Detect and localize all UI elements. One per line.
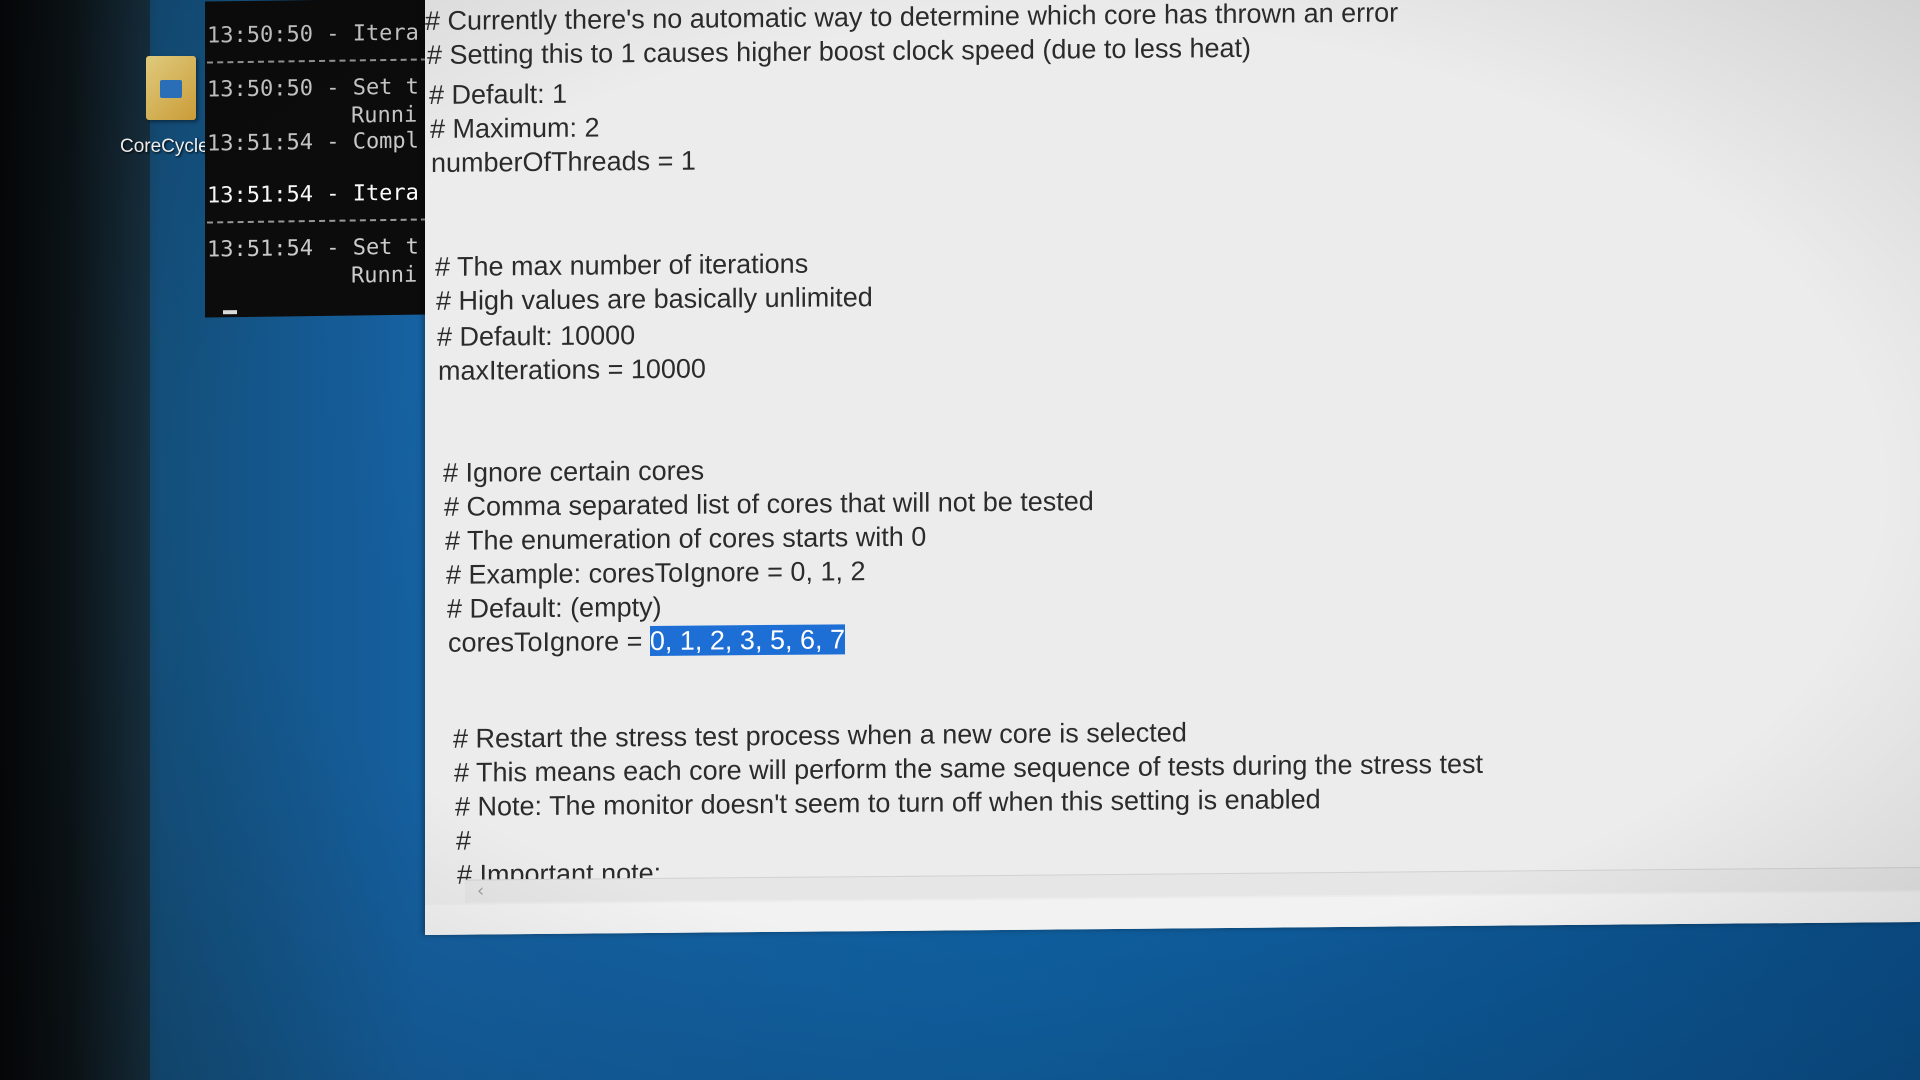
- console-line: 13:51:54 - Set t: [207, 234, 419, 263]
- scroll-left-arrow-icon[interactable]: ‹: [477, 880, 484, 901]
- editor-line: # Default: (empty): [447, 591, 662, 624]
- editor-line: # Ignore certain cores: [443, 455, 705, 488]
- console-line: 13:51:54 - Compl: [207, 128, 419, 157]
- editor-line: # Example: coresToIgnore = 0, 1, 2: [446, 556, 866, 590]
- console-line: 13:50:50 - Set t: [207, 74, 419, 103]
- editor-line: # Setting this to 1 causes higher boost …: [427, 32, 1251, 70]
- editor-line: #: [456, 825, 472, 856]
- text-editor-window[interactable]: # Currently there's no automatic way to …: [425, 0, 1920, 936]
- console-line: 13:50:50 - Itera: [207, 20, 419, 49]
- editor-line: # This means each core will perform the …: [454, 748, 1483, 788]
- editor-line: # Default: 10000: [437, 320, 636, 352]
- console-divider: [207, 58, 427, 64]
- editor-line: # Currently there's no automatic way to …: [425, 0, 1399, 36]
- editor-line-cores-to-ignore: coresToIgnore = 0, 1, 2, 3, 5, 6, 7: [448, 624, 846, 658]
- editor-line: # Default: 1: [429, 78, 568, 110]
- console-line: Runni: [351, 262, 418, 289]
- setting-key: coresToIgnore =: [448, 626, 650, 658]
- editor-line: # Note: The monitor doesn't seem to turn…: [455, 784, 1321, 822]
- editor-line: # Comma separated list of cores that wil…: [444, 486, 1094, 522]
- selected-text[interactable]: 0, 1, 2, 3, 5, 6, 7: [649, 624, 846, 657]
- editor-line: numberOfThreads = 1: [431, 145, 696, 178]
- console-divider: [207, 218, 427, 224]
- folder-icon: [146, 56, 196, 120]
- console-line: 13:51:54 - Itera: [207, 180, 419, 209]
- console-cursor: [223, 310, 237, 315]
- editor-line: maxIterations = 10000: [438, 353, 706, 386]
- console-window[interactable]: 13:50:50 - Itera 13:50:50 - Set t Runni …: [205, 0, 427, 318]
- editor-line: # The max number of iterations: [435, 248, 809, 282]
- editor-line: # High values are basically unlimited: [436, 282, 873, 316]
- editor-line: # The enumeration of cores starts with 0: [445, 521, 927, 556]
- console-line: Runni: [351, 102, 418, 129]
- editor-line: # Maximum: 2: [430, 112, 600, 144]
- monitor-bezel: [0, 0, 150, 1080]
- editor-text-area[interactable]: # Currently there's no automatic way to …: [425, 0, 1920, 935]
- editor-line: # Restart the stress test process when a…: [453, 717, 1187, 754]
